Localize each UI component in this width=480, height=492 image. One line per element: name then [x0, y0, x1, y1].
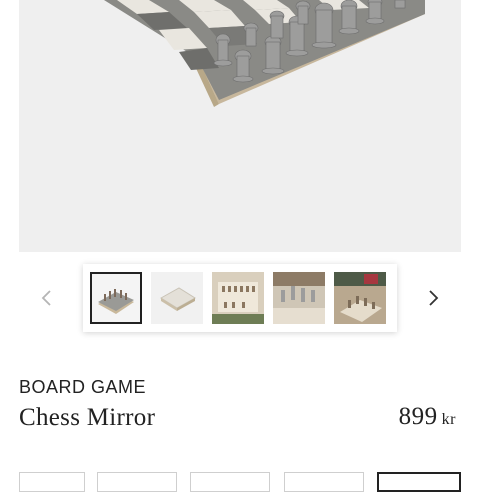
thumbnail-board-top[interactable]: [212, 272, 264, 324]
chevron-left-icon: [41, 290, 51, 306]
option-box[interactable]: [97, 472, 177, 492]
price-amount: 899: [398, 403, 438, 430]
option-box[interactable]: [19, 472, 85, 492]
thumbnail-strip: [83, 264, 397, 332]
option-box-selected[interactable]: [377, 472, 461, 492]
product-title: Chess Mirror: [19, 404, 156, 431]
thumbnail-board-angled[interactable]: [90, 272, 142, 324]
option-box[interactable]: [284, 472, 364, 492]
gallery-prev-button[interactable]: [35, 286, 59, 310]
thumbnail-board-closed[interactable]: [151, 272, 203, 324]
chevron-right-icon: [429, 290, 439, 306]
chess-board-illustration: [104, 0, 425, 107]
product-price: 899 kr: [399, 403, 456, 431]
thumbnail-board-pieces[interactable]: [273, 272, 325, 324]
price-currency: kr: [441, 411, 456, 428]
gallery-next-button[interactable]: [421, 286, 445, 310]
product-main-image[interactable]: [19, 0, 461, 252]
thumbnail-board-lifestyle[interactable]: [334, 272, 386, 324]
product-category: BOARD GAME: [19, 377, 147, 397]
option-box[interactable]: [190, 472, 270, 492]
